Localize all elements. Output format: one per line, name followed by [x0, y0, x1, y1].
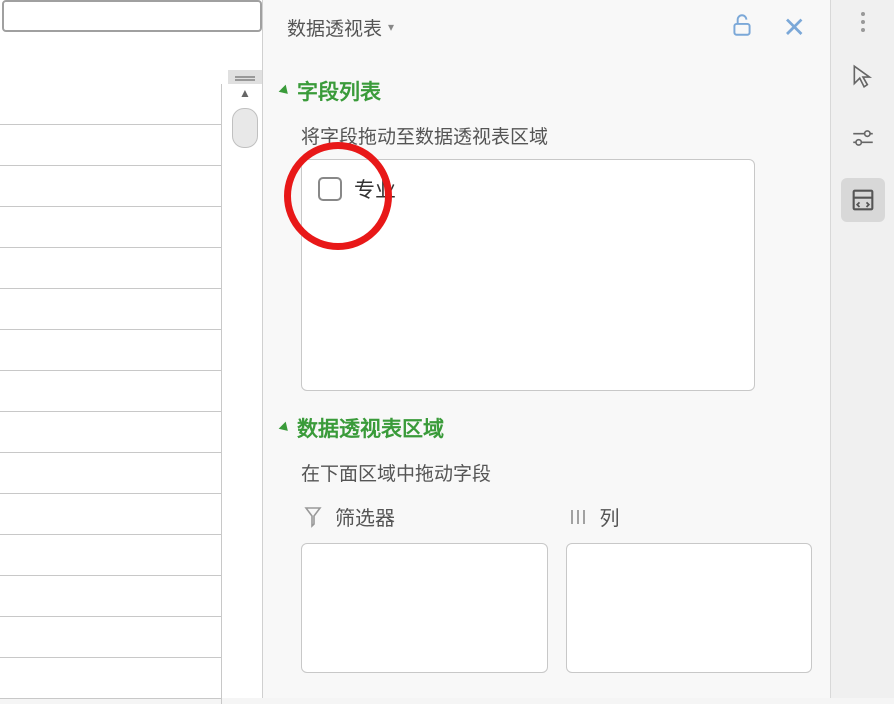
selected-cell[interactable]	[2, 0, 262, 32]
column-label: 列	[600, 502, 620, 531]
field-list-box[interactable]: 专业	[301, 159, 755, 391]
filter-area: 筛选器	[301, 496, 548, 673]
field-list-section-header[interactable]: 字段列表	[281, 72, 812, 110]
worksheet-grid[interactable]	[0, 84, 222, 704]
close-icon[interactable]: ✕	[783, 11, 806, 44]
pivot-areas-section: 数据透视表区域 在下面区域中拖动字段 筛选器	[281, 409, 812, 673]
worksheet-area: ▲	[0, 0, 263, 698]
header-actions: ✕	[729, 11, 806, 44]
field-list-title: 字段列表	[297, 76, 381, 106]
section-toggle-icon	[279, 85, 292, 98]
field-label: 专业	[354, 174, 396, 204]
pivot-panel-icon[interactable]	[841, 178, 885, 222]
field-checkbox[interactable]	[318, 177, 342, 201]
column-area-header: 列	[566, 496, 813, 537]
cursor-tool-icon[interactable]	[841, 54, 885, 98]
sidebar-drag-handle[interactable]	[861, 12, 865, 16]
field-item-0[interactable]: 专业	[318, 174, 738, 204]
filter-drop-zone[interactable]	[301, 543, 548, 673]
panel-title-text: 数据透视表	[287, 14, 382, 41]
areas-title: 数据透视表区域	[297, 413, 444, 443]
scroll-up-icon[interactable]: ▲	[235, 84, 255, 102]
columns-icon	[566, 505, 590, 529]
column-area: 列	[566, 496, 813, 673]
filter-area-header: 筛选器	[301, 496, 548, 537]
areas-hint: 在下面区域中拖动字段	[301, 459, 812, 486]
areas-row: 筛选器 列	[301, 496, 812, 673]
column-drop-zone[interactable]	[566, 543, 813, 673]
filter-icon	[301, 505, 325, 529]
chevron-down-icon: ▾	[388, 20, 394, 34]
settings-sliders-icon[interactable]	[841, 116, 885, 160]
filter-label: 筛选器	[335, 502, 395, 531]
vertical-scrollbar[interactable]: ▲	[228, 84, 262, 154]
panel-drag-handle[interactable]	[228, 70, 262, 84]
field-list-section: 字段列表 将字段拖动至数据透视表区域 专业	[281, 72, 812, 391]
areas-section-header[interactable]: 数据透视表区域	[281, 409, 812, 447]
lock-icon[interactable]	[729, 12, 755, 43]
panel-header: 数据透视表 ▾ ✕	[281, 0, 812, 54]
field-list-hint: 将字段拖动至数据透视表区域	[301, 122, 812, 149]
scroll-thumb[interactable]	[232, 108, 258, 148]
panel-title-dropdown[interactable]: 数据透视表 ▾	[287, 14, 394, 41]
right-sidebar	[830, 0, 894, 698]
pivot-table-panel: 数据透视表 ▾ ✕ 字段列表 将字段拖动至数据透视表区域 专业	[263, 0, 830, 698]
section-toggle-icon	[279, 422, 292, 435]
